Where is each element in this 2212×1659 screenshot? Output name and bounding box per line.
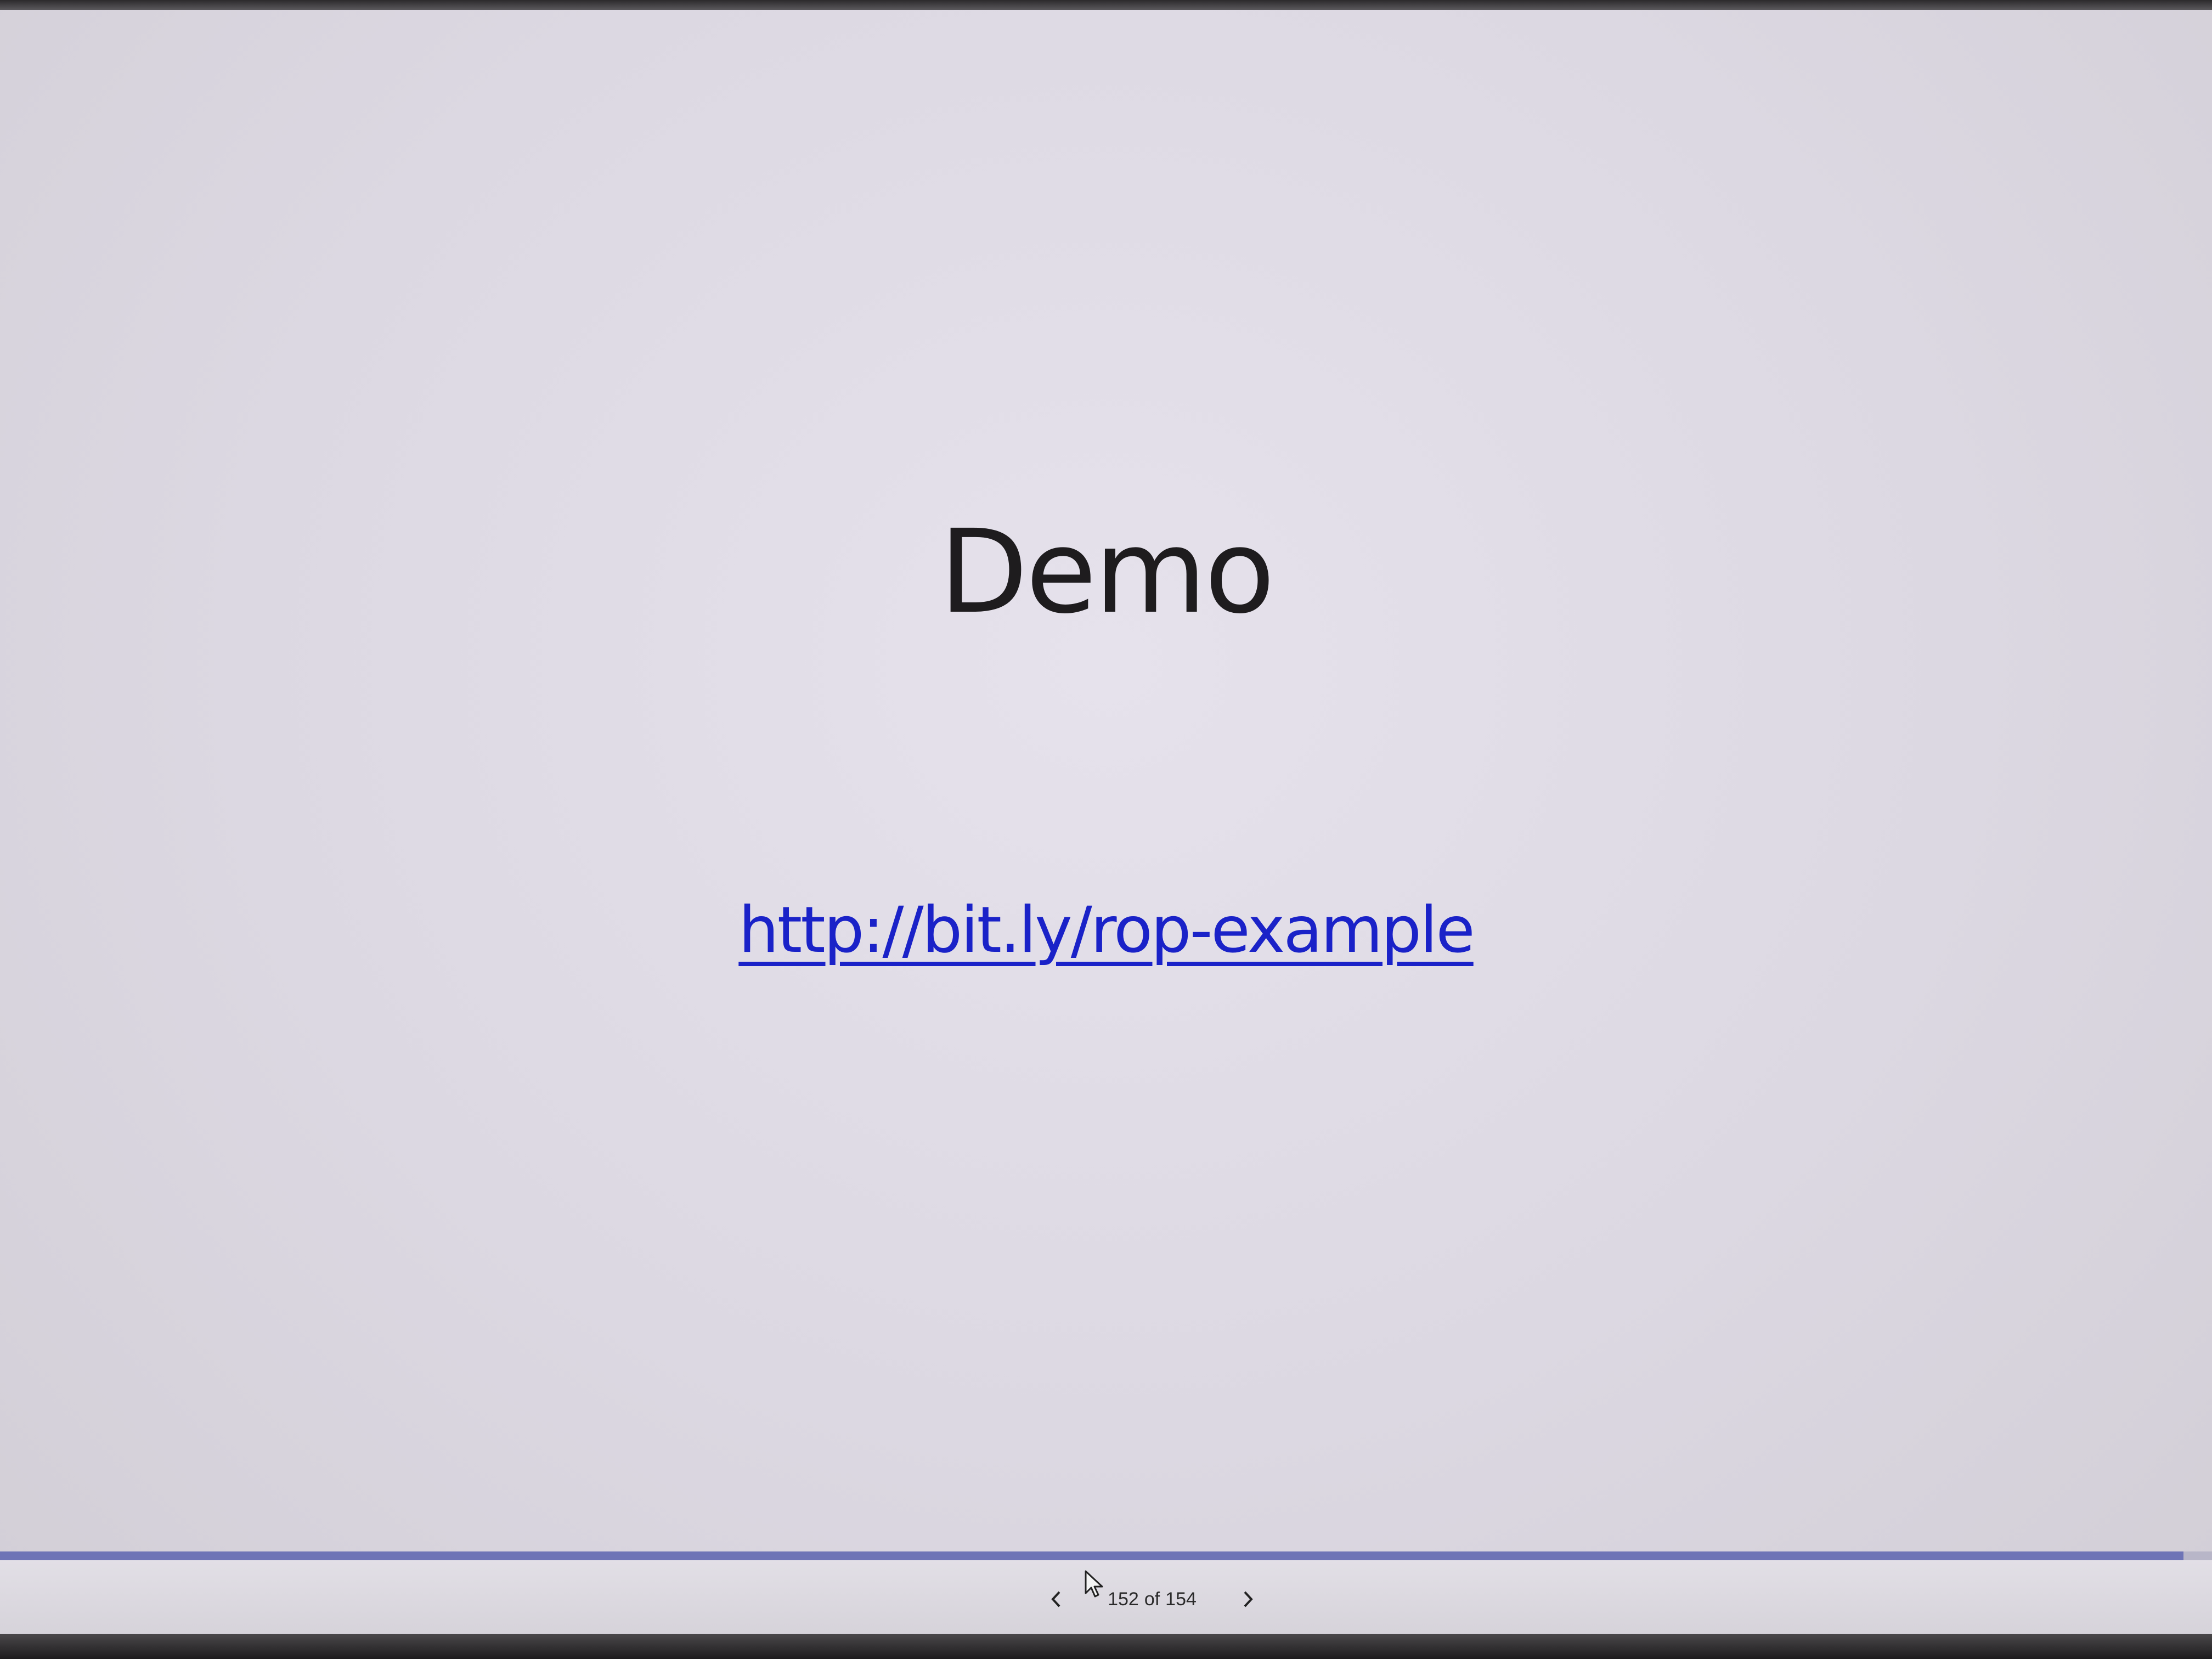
mouse-cursor-icon xyxy=(1085,1570,1103,1598)
next-slide-button[interactable] xyxy=(1234,1583,1262,1616)
current-page: 152 xyxy=(1108,1588,1139,1610)
slide-title: Demo xyxy=(939,505,1275,639)
progress-bar xyxy=(0,1551,2212,1560)
monitor-bezel-top xyxy=(0,0,2212,10)
slide-link[interactable]: http://bit.ly/rop-example xyxy=(738,893,1475,967)
page-navigation: 152 of 154 xyxy=(1042,1580,1262,1618)
total-pages: 154 xyxy=(1165,1588,1197,1610)
presentation-screen: Demo http://bit.ly/rop-example 152 of 15… xyxy=(0,0,2212,1659)
chevron-left-icon xyxy=(1051,1591,1060,1607)
slide-link-container: http://bit.ly/rop-example xyxy=(0,899,2212,962)
page-separator: of xyxy=(1144,1588,1160,1610)
chevron-right-icon xyxy=(1244,1591,1253,1607)
page-counter: 152 of 154 xyxy=(1108,1589,1197,1610)
monitor-bezel-bottom xyxy=(0,1634,2212,1659)
slide: Demo http://bit.ly/rop-example xyxy=(0,10,2212,1551)
navigation-bar: 152 of 154 xyxy=(0,1560,2212,1634)
previous-slide-button[interactable] xyxy=(1042,1583,1070,1616)
progress-bar-fill xyxy=(0,1551,2183,1560)
